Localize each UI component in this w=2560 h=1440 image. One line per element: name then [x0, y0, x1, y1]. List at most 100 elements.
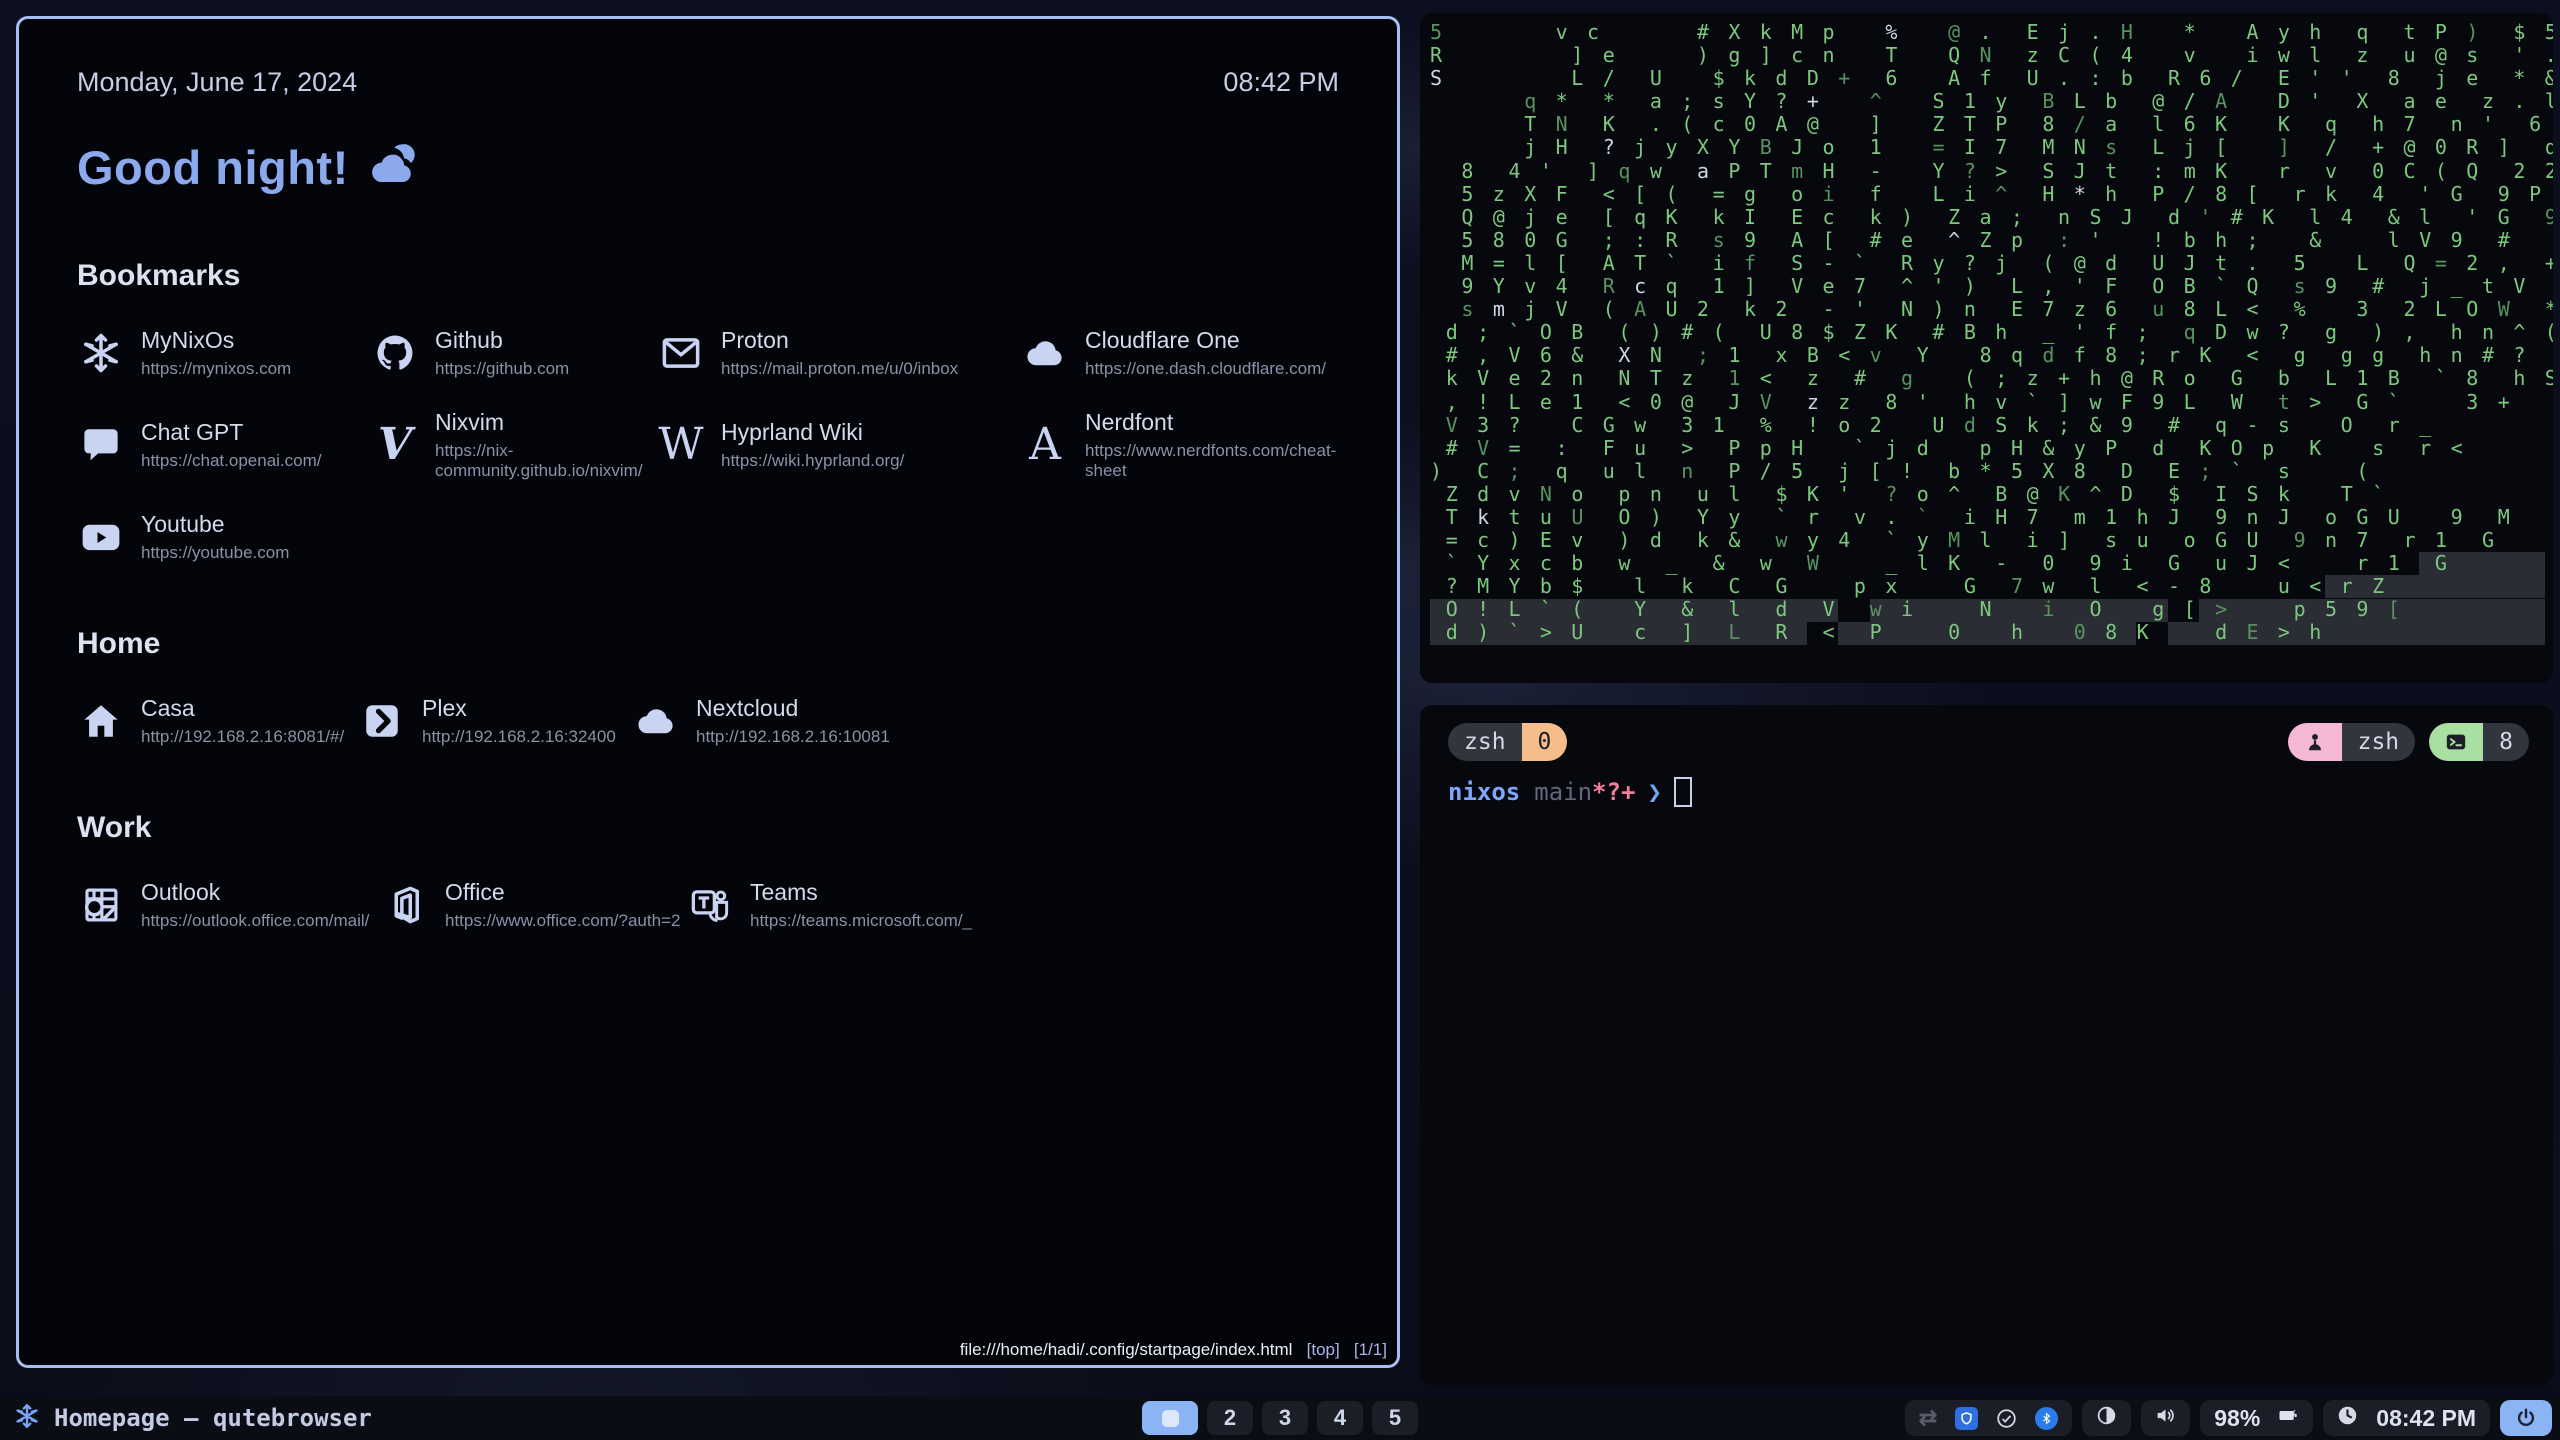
time-label: 08:42 PM	[1223, 67, 1339, 98]
letter-a-icon: A	[1021, 421, 1069, 469]
section-bookmarks: BookmarksMyNixOshttps://mynixos.comGithu…	[77, 259, 1339, 563]
tab-index-badge: 0	[1522, 723, 1568, 761]
workspace-3[interactable]: 3	[1262, 1401, 1308, 1435]
section-title: Work	[77, 811, 1339, 845]
outlook-icon	[77, 881, 125, 929]
greeting-text: Good night!	[77, 140, 349, 195]
vim-v-icon: V	[371, 421, 419, 469]
moon-cloud-icon	[367, 140, 419, 195]
bookmark-url: https://mail.proton.me/u/0/inbox	[721, 359, 958, 379]
bookmark-url: https://wiki.hyprland.org/	[721, 451, 904, 471]
workspace-2[interactable]: 2	[1207, 1401, 1253, 1435]
shell-terminal-window[interactable]: zsh 0 zsh 8 nixos main*?+ ❯	[1420, 705, 2553, 1385]
bookmark-github[interactable]: Githubhttps://github.com	[371, 327, 657, 379]
active-workspace-dot	[1162, 1410, 1179, 1427]
power-button[interactable]	[2500, 1400, 2552, 1436]
wiki-w-icon: W	[657, 421, 705, 469]
bookmark-url: http://192.168.2.16:10081	[696, 727, 890, 747]
bookmark-url: https://mynixos.com	[141, 359, 291, 379]
user-icon	[2288, 723, 2342, 761]
check-circle-icon[interactable]	[1996, 1408, 2017, 1429]
youtube-icon	[77, 513, 125, 561]
night-light-icon	[2096, 1405, 2117, 1431]
zellij-status-zsh: zsh	[2288, 723, 2416, 761]
bookmark-url: https://www.office.com/?auth=2	[445, 911, 680, 931]
prompt-git-status: *?+	[1592, 778, 1635, 806]
kdeconnect-icon[interactable]: ⇄	[1919, 1405, 1937, 1431]
plex-icon	[358, 697, 406, 745]
bookmark-nixvim[interactable]: V Nixvim https://nix-community.github.io/n…	[371, 409, 657, 481]
workspace-5[interactable]: 5	[1372, 1401, 1418, 1435]
bookmark-url: http://192.168.2.16:8081/#/	[141, 727, 344, 747]
bookmark-office[interactable]: Office https://www.office.com/?auth=2	[381, 879, 686, 931]
workspace-switcher: 2345	[1142, 1401, 1418, 1435]
volume-control[interactable]	[2141, 1400, 2190, 1436]
bookmark-url: https://nix-community.github.io/nixvim/	[435, 441, 657, 481]
chat-icon	[77, 421, 125, 469]
terminal-icon	[2429, 723, 2483, 761]
bookmark-name: Office	[445, 879, 680, 906]
home-icon	[77, 697, 125, 745]
bookmark-name: Casa	[141, 695, 344, 722]
startpage: Monday, June 17, 2024 08:42 PM Good nigh…	[19, 19, 1397, 1365]
speaker-icon	[2155, 1405, 2176, 1431]
bookmark-name: Hyprland Wiki	[721, 419, 904, 446]
bookmark-youtube[interactable]: Youtubehttps://youtube.com	[77, 511, 371, 563]
matrix-rain: 5 v c # X k M p % @ . E j . H * A y h q …	[1430, 21, 2553, 645]
bookmark-url: https://teams.microsoft.com/_	[750, 911, 972, 931]
zellij-status-right: zsh 8	[2288, 723, 2529, 761]
bookmark-name: Nixvim	[435, 409, 657, 436]
bookmark-cloudflare-one[interactable]: Cloudflare Onehttps://one.dash.cloudflar…	[1021, 327, 1339, 379]
bookmark-url: https://chat.openai.com/	[141, 451, 322, 471]
status-label: 8	[2483, 723, 2529, 761]
battery-indicator[interactable]: 98%	[2200, 1400, 2313, 1436]
bookmark-teams[interactable]: Teamshttps://teams.microsoft.com/_	[686, 879, 1339, 931]
terminal-cursor	[1674, 777, 1692, 807]
clock-icon	[2337, 1405, 2358, 1431]
cloud-icon	[1021, 329, 1069, 377]
matrix-terminal-window[interactable]: 5 v c # X k M p % @ . E j . H * A y h q …	[1420, 13, 2553, 683]
zellij-tab-zsh[interactable]: zsh 0	[1448, 723, 1567, 761]
bookmark-url: https://outlook.office.com/mail/	[141, 911, 369, 931]
bookmark-hyprland-wiki[interactable]: W Hyprland Wiki https://wiki.hyprland.org/	[657, 409, 1021, 481]
nixos-logo-icon	[14, 1403, 40, 1434]
bookmark-url: http://192.168.2.16:32400	[422, 727, 616, 747]
date-label: Monday, June 17, 2024	[77, 67, 357, 98]
workspace-4[interactable]: 4	[1317, 1401, 1363, 1435]
statusbar-tab-counter: [1/1]	[1354, 1340, 1387, 1359]
bitwarden-icon[interactable]	[1955, 1407, 1978, 1430]
bookmark-chat-gpt[interactable]: Chat GPThttps://chat.openai.com/	[77, 409, 371, 481]
statusbar-url: file:///home/hadi/.config/startpage/inde…	[960, 1340, 1293, 1359]
battery-percent: 98%	[2214, 1405, 2260, 1432]
bookmark-name: Nerdfont	[1085, 409, 1339, 436]
bookmark-casa[interactable]: Casa http://192.168.2.16:8081/#/	[77, 695, 358, 747]
statusbar-scroll: [top]	[1307, 1340, 1340, 1359]
bluetooth-icon[interactable]	[2035, 1407, 2058, 1430]
taskbar: Homepage — qutebrowser 2345 ⇄ 98% 08:42 …	[0, 1396, 2560, 1440]
bookmark-name: Proton	[721, 327, 958, 354]
shell-prompt[interactable]: nixos main*?+ ❯	[1448, 777, 1692, 807]
bookmark-name: Plex	[422, 695, 616, 722]
bookmark-plex[interactable]: Plex http://192.168.2.16:32400	[358, 695, 632, 747]
bookmark-outlook[interactable]: Outlook https://outlook.office.com/mail/	[77, 879, 381, 931]
prompt-host: nixos	[1448, 778, 1520, 806]
prompt-symbol: ❯	[1647, 778, 1661, 806]
bookmark-proton[interactable]: Proton https://mail.proton.me/u/0/inbox	[657, 327, 1021, 379]
snowflake-icon	[77, 329, 125, 377]
workspace-1-active[interactable]	[1142, 1401, 1198, 1435]
office-icon	[381, 881, 429, 929]
bookmark-name: Github	[435, 327, 569, 354]
bookmark-mynixos[interactable]: MyNixOshttps://mynixos.com	[77, 327, 371, 379]
section-home: HomeCasahttp://192.168.2.16:8081/#/Plexh…	[77, 627, 1339, 747]
bookmark-name: Nextcloud	[696, 695, 890, 722]
clock-widget[interactable]: 08:42 PM	[2323, 1400, 2490, 1436]
startpage-sections: BookmarksMyNixOshttps://mynixos.comGithu…	[77, 259, 1339, 931]
matrix-pane: 5 v c # X k M p % @ . E j . H * A y h q …	[1420, 13, 2553, 683]
tab-label: zsh	[1448, 723, 1522, 761]
section-work: Work Outlook https://outlook.office.com/ma…	[77, 811, 1339, 931]
qutebrowser-window[interactable]: Monday, June 17, 2024 08:42 PM Good nigh…	[16, 16, 1400, 1368]
night-light-toggle[interactable]	[2082, 1400, 2131, 1436]
bookmark-nextcloud[interactable]: Nextcloud http://192.168.2.16:10081	[632, 695, 1339, 747]
bookmark-name: Outlook	[141, 879, 369, 906]
bookmark-nerdfont[interactable]: ANerdfonthttps://www.nerdfonts.com/cheat…	[1021, 409, 1339, 481]
